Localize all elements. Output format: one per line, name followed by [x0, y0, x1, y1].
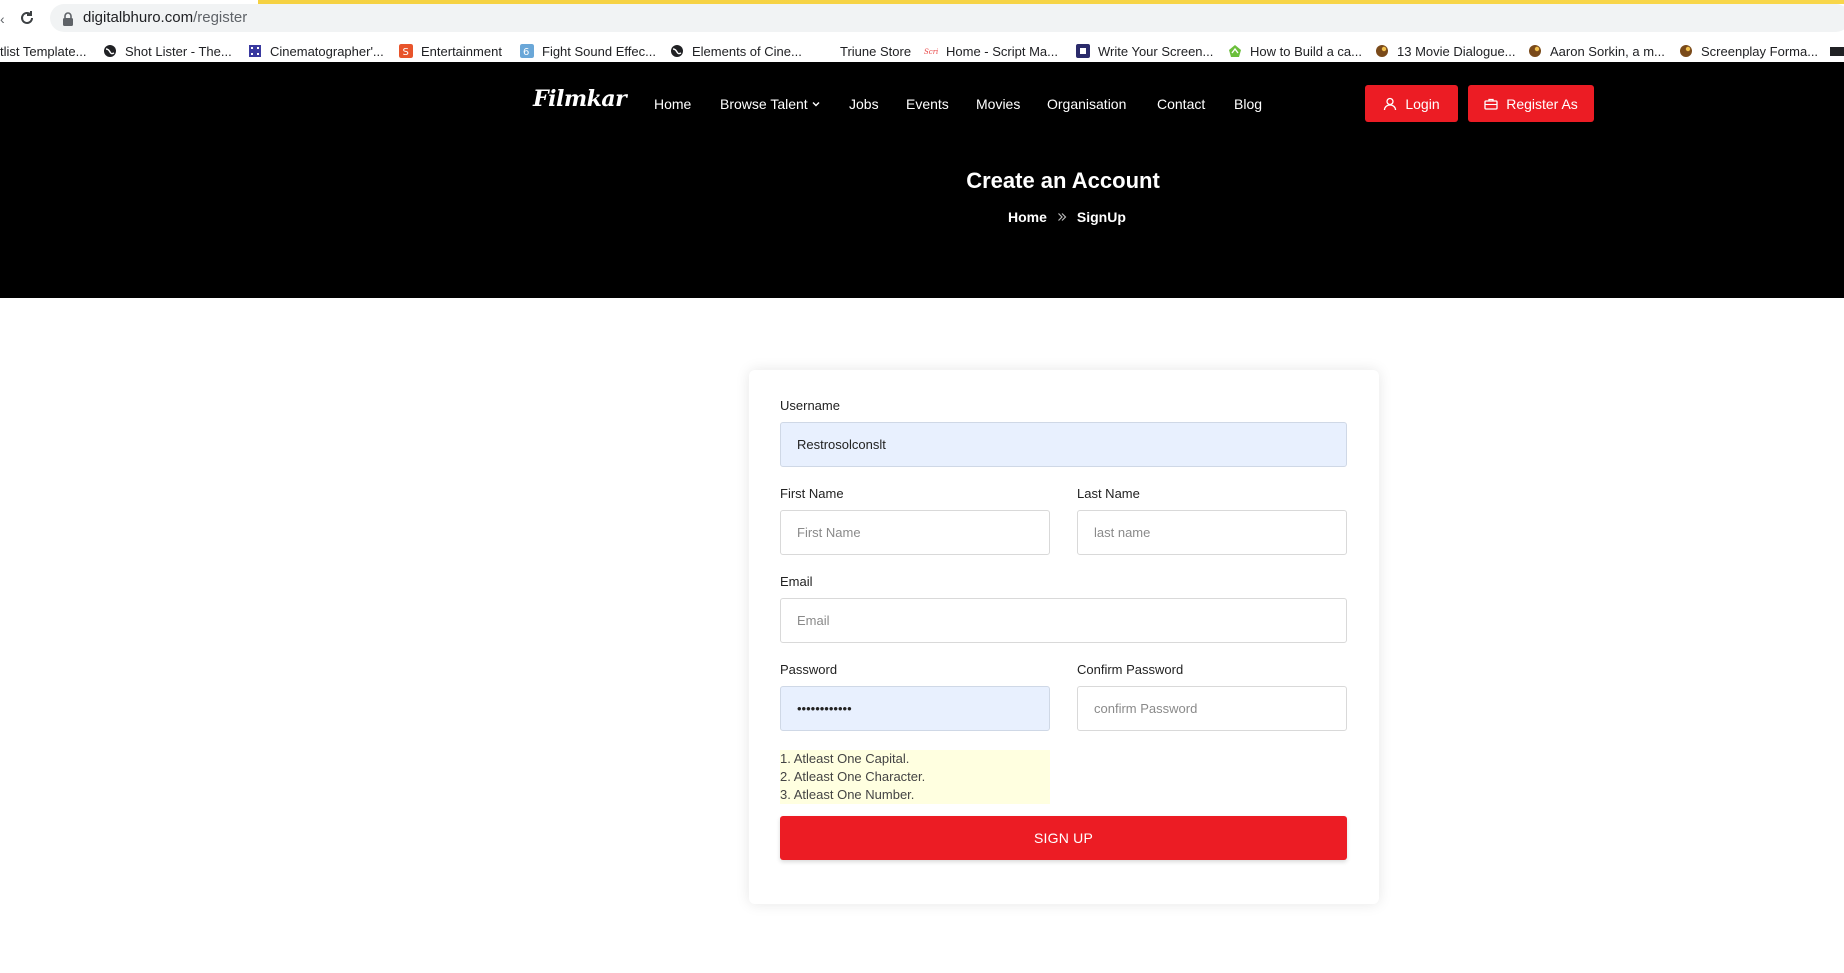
g-icon: 6	[520, 44, 534, 58]
last-name-label: Last Name	[1077, 486, 1140, 501]
sign-up-button[interactable]: SIGN UP	[780, 816, 1347, 860]
bird-icon	[1680, 45, 1692, 57]
bookmark-item[interactable]: tlist Template...	[0, 42, 86, 60]
login-label: Login	[1405, 95, 1440, 112]
nav-blog[interactable]: Blog	[1234, 96, 1262, 112]
address-bar[interactable]	[50, 4, 1844, 32]
bookmark-item[interactable]: S Entertainment	[399, 42, 502, 60]
breadcrumb-current: SignUp	[1076, 209, 1126, 225]
globe-icon	[671, 45, 683, 57]
bird-icon	[1376, 45, 1388, 57]
s-icon: S	[399, 44, 413, 58]
confirm-password-input[interactable]	[1077, 686, 1347, 731]
first-name-label: First Name	[780, 486, 844, 501]
nav-movies[interactable]: Movies	[976, 96, 1020, 112]
script-icon: Script	[924, 48, 938, 56]
nav-events[interactable]: Events	[906, 96, 949, 112]
bookmark-item[interactable]: 13 Movie Dialogue...	[1375, 42, 1516, 60]
globe-icon	[104, 45, 116, 57]
bookmark-item[interactable]: Cinematographer'...	[248, 42, 384, 60]
bookmark-item[interactable]: Elements of Cine...	[670, 42, 802, 60]
breadcrumb-home[interactable]: Home	[1008, 209, 1047, 225]
username-input[interactable]	[780, 422, 1347, 467]
film-icon	[249, 45, 261, 57]
bookmark-item[interactable]: Write Your Screen...	[1076, 42, 1213, 60]
nav-organisation[interactable]: Organisation	[1047, 96, 1126, 112]
reload-icon[interactable]	[18, 9, 36, 27]
password-hint: 3. Atleast One Number.	[780, 787, 915, 802]
double-chevron-right-icon	[1057, 213, 1067, 221]
password-label: Password	[780, 662, 838, 677]
svg-text:6: 6	[523, 47, 529, 58]
bookmarks-bar: tlist Template... Shot Lister - The... C…	[0, 40, 1844, 62]
bird-icon	[1529, 45, 1541, 57]
first-name-input[interactable]	[780, 510, 1050, 555]
nav-contact[interactable]: Contact	[1157, 96, 1205, 112]
bookmark-item[interactable]	[1830, 42, 1844, 60]
back-arrow-icon[interactable]: ‹	[0, 11, 6, 27]
password-hints: 1. Atleast One Capital. 2. Atleast One C…	[780, 750, 1050, 804]
bookmark-item[interactable]: Triune Store	[840, 42, 911, 60]
url-path: /register	[193, 9, 248, 26]
url-text[interactable]: digitalbhuro.com/register	[83, 9, 247, 26]
user-icon	[1384, 97, 1397, 110]
briefcase-icon	[1484, 98, 1498, 110]
bookmark-item[interactable]: Shot Lister - The...	[103, 42, 232, 60]
register-as-button[interactable]: Register As	[1468, 85, 1594, 122]
last-name-input[interactable]	[1077, 510, 1347, 555]
username-label: Username	[780, 398, 840, 413]
svg-text:S: S	[403, 47, 409, 58]
filmkar-logo[interactable]: Filmkar	[533, 86, 627, 118]
square-icon	[1076, 44, 1090, 58]
url-domain: digitalbhuro.com	[83, 9, 194, 26]
nav-jobs[interactable]: Jobs	[849, 96, 879, 112]
confirm-password-label: Confirm Password	[1077, 662, 1184, 677]
svg-text:Script: Script	[924, 48, 938, 56]
nav-home[interactable]: Home	[654, 96, 691, 112]
nav-browse-talent-label: Browse Talent	[720, 96, 808, 112]
login-button[interactable]: Login	[1365, 85, 1458, 122]
lock-icon[interactable]	[62, 12, 74, 26]
password-input[interactable]	[780, 686, 1050, 731]
register-as-label: Register As	[1506, 95, 1578, 112]
folder-icon	[1830, 47, 1844, 56]
page-title: Create an Account	[966, 168, 1160, 193]
bookmark-item[interactable]: How to Build a ca...	[1228, 42, 1362, 60]
bookmark-item[interactable]: Script Home - Script Ma...	[924, 42, 1058, 60]
password-hint: 2. Atleast One Character.	[780, 769, 926, 784]
nav-browse-talent[interactable]: Browse Talent	[720, 96, 820, 112]
bookmark-item[interactable]: Screenplay Forma...	[1679, 42, 1818, 60]
chevron-down-icon	[812, 102, 820, 107]
browser-chrome: ‹ digitalbhuro.com/register tlist Templa…	[0, 0, 1844, 62]
register-card: Username First Name Last Name Email Pass…	[749, 370, 1379, 904]
password-hint: 1. Atleast One Capital.	[780, 751, 910, 766]
bookmark-item[interactable]: 6 Fight Sound Effec...	[520, 42, 656, 60]
email-input[interactable]	[780, 598, 1347, 643]
email-label: Email	[780, 574, 813, 589]
leaf-icon	[1229, 45, 1241, 57]
site-header: Filmkar Home Browse Talent Jobs Events M…	[0, 62, 1844, 298]
bookmark-item[interactable]: Aaron Sorkin, a m...	[1528, 42, 1665, 60]
breadcrumb: Home SignUp	[1008, 209, 1126, 225]
